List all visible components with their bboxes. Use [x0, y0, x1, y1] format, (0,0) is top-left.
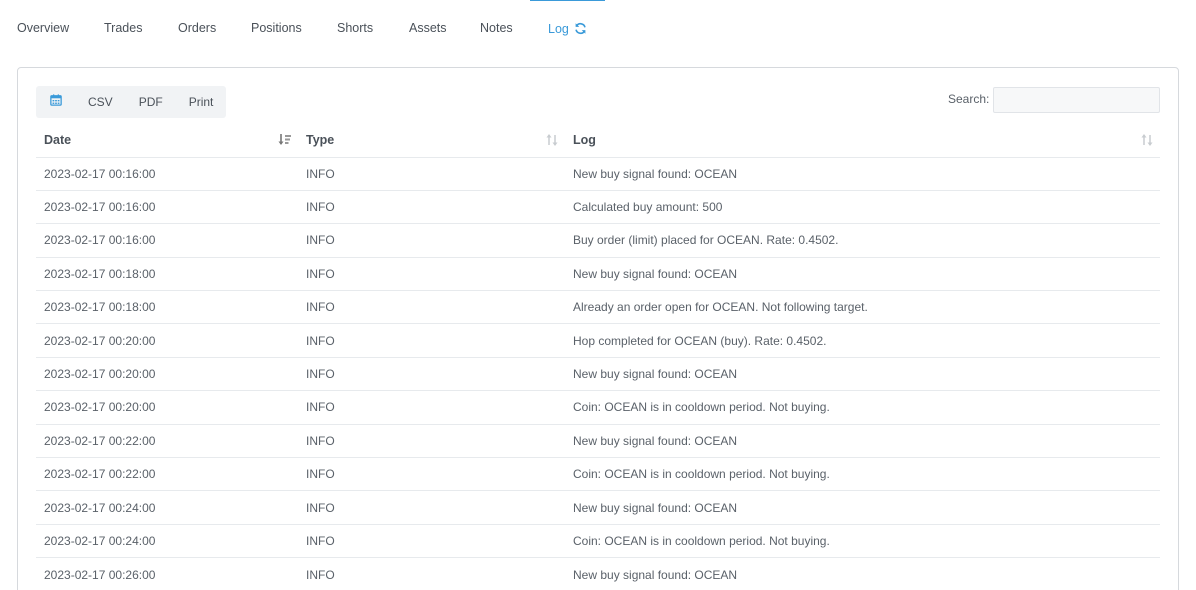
cell-log: New buy signal found: OCEAN [565, 490, 1160, 525]
cell-log: Coin: OCEAN is in cooldown period. Not b… [565, 457, 1160, 491]
cell-log: New buy signal found: OCEAN [565, 256, 1160, 291]
tab-log[interactable]: Log [530, 0, 605, 50]
tab-orders[interactable]: Orders [178, 0, 216, 50]
cell-date: 2023-02-17 00:20:00 [36, 323, 298, 358]
column-header-log-label: Log [573, 132, 596, 147]
sort-both-icon[interactable] [545, 133, 559, 150]
table-row: 2023-02-17 00:18:00 INFO New buy signal fo… [36, 256, 1160, 291]
cell-date: 2023-02-17 00:16:00 [36, 223, 298, 258]
print-button[interactable]: Print [176, 86, 227, 118]
cell-date: 2023-02-17 00:24:00 [36, 490, 298, 525]
cell-date: 2023-02-17 00:18:00 [36, 290, 298, 324]
cell-date: 2023-02-17 00:20:00 [36, 390, 298, 425]
table-row: 2023-02-17 00:20:00 INFO Coin: OCEAN is in… [36, 390, 1160, 425]
table-row: 2023-02-17 00:20:00 INFO Hop completed for… [36, 323, 1160, 358]
cell-log: Coin: OCEAN is in cooldown period. Not b… [565, 390, 1160, 425]
table-row: 2023-02-17 00:26:00 INFO New buy signal fo… [36, 557, 1160, 590]
cell-log: Already an order open for OCEAN. Not fol… [565, 290, 1160, 324]
cell-log: New buy signal found: OCEAN [565, 156, 1160, 191]
cell-date: 2023-02-17 00:26:00 [36, 557, 298, 590]
cell-log: Buy order (limit) placed for OCEAN. Rate… [565, 223, 1160, 258]
table-row: 2023-02-17 00:22:00 INFO New buy signal fo… [36, 423, 1160, 458]
cell-type: INFO [298, 323, 565, 358]
column-header-date[interactable]: Date [36, 123, 298, 157]
cell-date: 2023-02-17 00:16:00 [36, 156, 298, 191]
table-row: 2023-02-17 00:18:00 INFO Already an order … [36, 290, 1160, 324]
table-row: 2023-02-17 00:22:00 INFO Coin: OCEAN is in… [36, 457, 1160, 491]
sort-both-icon[interactable] [1140, 133, 1154, 150]
cell-type: INFO [298, 223, 565, 258]
table-row: 2023-02-17 00:16:00 INFO Buy order (limit)… [36, 223, 1160, 258]
table-header-row: Date Type Log [36, 123, 1160, 157]
tab-assets[interactable]: Assets [409, 0, 447, 50]
export-button-group: CSV PDF Print [36, 86, 227, 118]
tab-bar: Overview Trades Orders Positions Shorts … [0, 0, 1196, 50]
cell-type: INFO [298, 523, 565, 558]
table-body: 2023-02-17 00:16:00 INFO New buy signal fo… [36, 156, 1160, 590]
table-row: 2023-02-17 00:16:00 INFO New buy signal fo… [36, 156, 1160, 191]
cell-date: 2023-02-17 00:22:00 [36, 423, 298, 458]
cell-log: New buy signal found: OCEAN [565, 356, 1160, 391]
date-filter-button[interactable] [36, 86, 75, 118]
cell-type: INFO [298, 189, 565, 224]
refresh-icon[interactable] [574, 3, 587, 60]
cell-type: INFO [298, 390, 565, 425]
cell-date: 2023-02-17 00:24:00 [36, 523, 298, 558]
tab-shorts[interactable]: Shorts [337, 0, 373, 50]
cell-type: INFO [298, 557, 565, 590]
search-label: Search: [948, 92, 990, 106]
table-row: 2023-02-17 00:24:00 INFO Coin: OCEAN is in… [36, 523, 1160, 558]
cell-log: New buy signal found: OCEAN [565, 557, 1160, 590]
cell-type: INFO [298, 290, 565, 324]
table-row: 2023-02-17 00:16:00 INFO Calculated buy am… [36, 189, 1160, 224]
column-header-type-label: Type [306, 132, 335, 147]
calendar-icon [50, 86, 62, 118]
cell-date: 2023-02-17 00:16:00 [36, 189, 298, 224]
table-row: 2023-02-17 00:20:00 INFO New buy signal fo… [36, 356, 1160, 391]
cell-type: INFO [298, 356, 565, 391]
cell-type: INFO [298, 490, 565, 525]
cell-date: 2023-02-17 00:20:00 [36, 356, 298, 391]
log-table: Date Type Log 2023-02-17 00:16:00 INFO New… [36, 123, 1160, 590]
column-header-date-label: Date [44, 132, 72, 147]
tab-log-label: Log [548, 22, 569, 36]
tab-positions[interactable]: Positions [251, 0, 302, 50]
cell-type: INFO [298, 256, 565, 291]
cell-log: Calculated buy amount: 500 [565, 189, 1160, 224]
search-input[interactable] [993, 87, 1160, 113]
tab-notes[interactable]: Notes [480, 0, 513, 50]
table-row: 2023-02-17 00:24:00 INFO New buy signal fo… [36, 490, 1160, 525]
tab-trades[interactable]: Trades [104, 0, 142, 50]
cell-log: Coin: OCEAN is in cooldown period. Not b… [565, 523, 1160, 558]
csv-button[interactable]: CSV [75, 86, 126, 118]
cell-date: 2023-02-17 00:22:00 [36, 457, 298, 491]
tab-overview[interactable]: Overview [17, 0, 69, 50]
column-header-type[interactable]: Type [298, 123, 565, 157]
cell-type: INFO [298, 457, 565, 491]
pdf-button[interactable]: PDF [126, 86, 176, 118]
sort-descending-icon[interactable] [278, 133, 292, 150]
cell-type: INFO [298, 423, 565, 458]
cell-date: 2023-02-17 00:18:00 [36, 256, 298, 291]
cell-log: Hop completed for OCEAN (buy). Rate: 0.4… [565, 323, 1160, 358]
cell-log: New buy signal found: OCEAN [565, 423, 1160, 458]
log-card: CSV PDF Print Search: Date Type Log 2023… [17, 67, 1179, 590]
column-header-log[interactable]: Log [565, 123, 1160, 157]
cell-type: INFO [298, 156, 565, 191]
